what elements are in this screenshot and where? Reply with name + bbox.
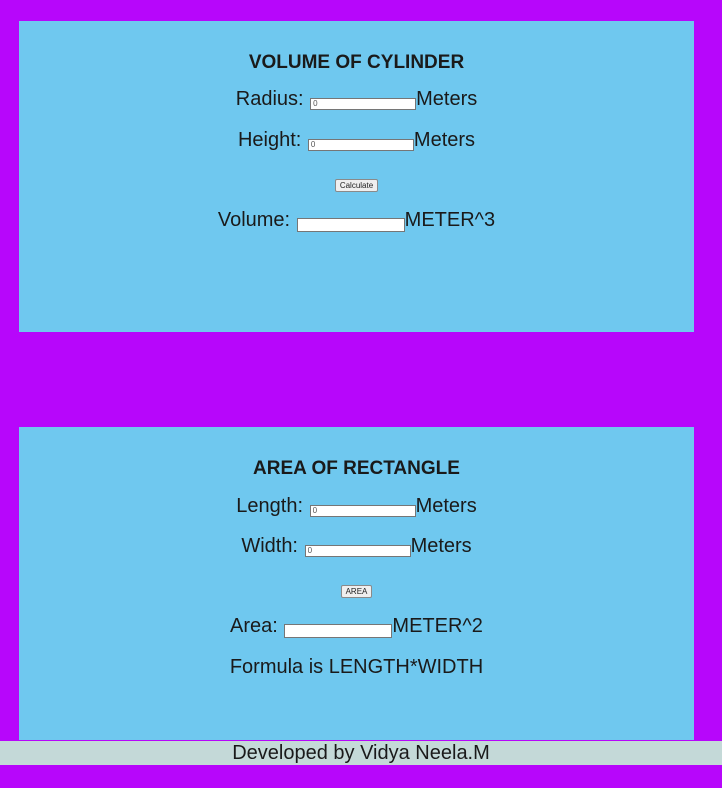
area-row: Area: METER^2 <box>19 614 694 638</box>
formula-text: Formula is LENGTH*WIDTH <box>229 656 484 678</box>
height-label: Height: <box>237 129 302 151</box>
height-row: Height: Meters <box>19 128 694 152</box>
volume-label: Volume: <box>217 209 291 231</box>
cylinder-title: VOLUME OF CYLINDER <box>248 52 465 73</box>
area-button-row: AREA <box>19 583 694 598</box>
width-label: Width: <box>241 535 298 557</box>
area-output[interactable] <box>284 623 393 638</box>
height-input[interactable] <box>307 138 414 151</box>
radius-unit: Meters <box>416 88 478 110</box>
volume-unit: METER^3 <box>404 209 496 231</box>
width-unit: Meters <box>410 535 472 557</box>
volume-row: Volume: METER^3 <box>19 208 694 232</box>
calculate-row: Calculate <box>19 177 694 192</box>
length-unit: Meters <box>415 495 477 517</box>
area-unit: METER^2 <box>392 615 483 637</box>
width-input[interactable] <box>304 544 411 557</box>
radius-label: Radius: <box>235 88 304 110</box>
rectangle-title: AREA OF RECTANGLE <box>253 458 460 479</box>
footer-credit: Developed by Vidya Neela.M <box>0 741 722 765</box>
length-row: Length: Meters <box>19 494 694 518</box>
cylinder-panel: VOLUME OF CYLINDER Radius: Meters Height… <box>19 21 694 332</box>
radius-row: Radius: Meters <box>19 87 694 111</box>
length-input[interactable] <box>309 504 416 517</box>
area-label: Area: <box>230 615 278 637</box>
height-unit: Meters <box>413 129 476 151</box>
radius-input[interactable] <box>310 97 417 110</box>
volume-output[interactable] <box>296 217 405 232</box>
calculate-button[interactable]: Calculate <box>334 179 379 192</box>
width-row: Width: Meters <box>19 534 694 558</box>
rectangle-panel: AREA OF RECTANGLE Length: Meters Width: … <box>19 427 694 740</box>
length-label: Length: <box>236 495 304 517</box>
area-button[interactable]: AREA <box>340 585 373 598</box>
